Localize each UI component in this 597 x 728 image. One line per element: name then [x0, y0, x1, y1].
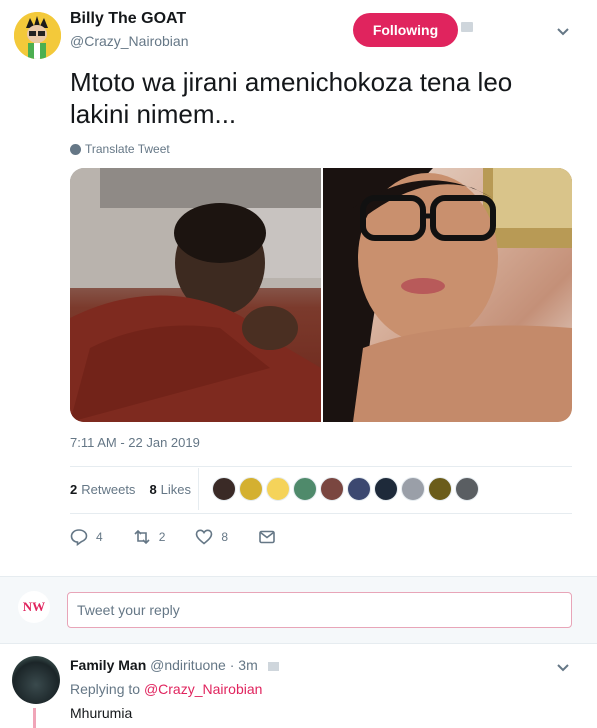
retweets-stat[interactable]: 2 Retweets — [70, 482, 135, 497]
reply-author-line: Family Man @ndirituone · 3m — [70, 657, 279, 673]
retweet-icon — [134, 529, 150, 545]
reply-extension-icon — [267, 661, 279, 671]
author-handle[interactable]: @Crazy_Nairobian — [70, 33, 188, 49]
liker-avatar[interactable] — [401, 477, 425, 501]
reply-author-name[interactable]: Family Man — [70, 657, 146, 673]
author-name[interactable]: Billy The GOAT — [70, 10, 186, 28]
following-button[interactable]: Following — [353, 13, 458, 47]
liker-avatar[interactable] — [374, 477, 398, 501]
retweet-count: 2 — [158, 530, 166, 544]
reply-placeholder: Tweet your reply — [77, 602, 180, 618]
caret-down-icon[interactable] — [554, 658, 572, 676]
liker-avatar[interactable] — [347, 477, 371, 501]
like-count: 8 — [221, 530, 229, 544]
tweet-timestamp[interactable]: 7:11 AM - 22 Jan 2019 — [70, 435, 200, 450]
follow-extension-icon — [461, 22, 473, 32]
caret-down-icon[interactable] — [554, 22, 572, 40]
retweet-action[interactable]: 2 — [133, 528, 166, 546]
liker-avatar[interactable] — [293, 477, 317, 501]
translate-label: Translate Tweet — [85, 142, 170, 156]
current-user-avatar[interactable]: NW — [18, 591, 50, 623]
liker-avatar[interactable] — [428, 477, 452, 501]
like-action[interactable]: 8 — [195, 528, 228, 546]
divider — [70, 466, 572, 467]
liker-avatars — [212, 477, 479, 501]
author-avatar[interactable] — [14, 12, 61, 59]
reply-icon — [70, 529, 88, 546]
photo-left[interactable] — [70, 168, 321, 422]
translate-tweet-link[interactable]: Translate Tweet — [70, 142, 170, 156]
likes-stat[interactable]: 8 Likes — [149, 482, 191, 497]
reply-author-handle[interactable]: @ndirituone — [150, 657, 226, 673]
reply-author-avatar[interactable] — [12, 656, 60, 704]
globe-icon — [70, 143, 81, 155]
replying-prefix: Replying to — [70, 681, 141, 697]
liker-avatar[interactable] — [266, 477, 290, 501]
engagement-stats: 2 Retweets 8 Likes — [70, 482, 191, 497]
message-icon — [259, 530, 275, 544]
tweet-text: Mtoto wa jirani amenichokoza tena leo la… — [70, 67, 513, 129]
heart-icon — [196, 529, 213, 545]
tweet-actions: 4 2 8 — [70, 526, 306, 548]
replying-handle-link[interactable]: @Crazy_Nairobian — [144, 681, 262, 697]
liker-avatar[interactable] — [455, 477, 479, 501]
direct-message-action[interactable] — [258, 528, 276, 546]
divider — [70, 513, 572, 514]
reply-text: Mhurumia — [70, 705, 133, 721]
reply-time[interactable]: · 3m — [230, 657, 258, 673]
stats-separator — [198, 468, 199, 510]
current-user-avatar-text: NW — [22, 599, 46, 614]
liker-avatar[interactable] — [212, 477, 236, 501]
thread-line — [33, 708, 36, 728]
liker-avatar[interactable] — [320, 477, 344, 501]
reply-action[interactable]: 4 — [70, 528, 103, 546]
replying-to: Replying to @Crazy_Nairobian — [70, 681, 262, 697]
tweet-card: Billy The GOAT @Crazy_Nairobian Followin… — [0, 0, 597, 574]
reply-count: 4 — [96, 530, 103, 544]
reply-input[interactable]: Tweet your reply — [67, 592, 572, 628]
photo-right[interactable] — [323, 168, 572, 422]
tweet-media[interactable] — [70, 168, 572, 422]
liker-avatar[interactable] — [239, 477, 263, 501]
